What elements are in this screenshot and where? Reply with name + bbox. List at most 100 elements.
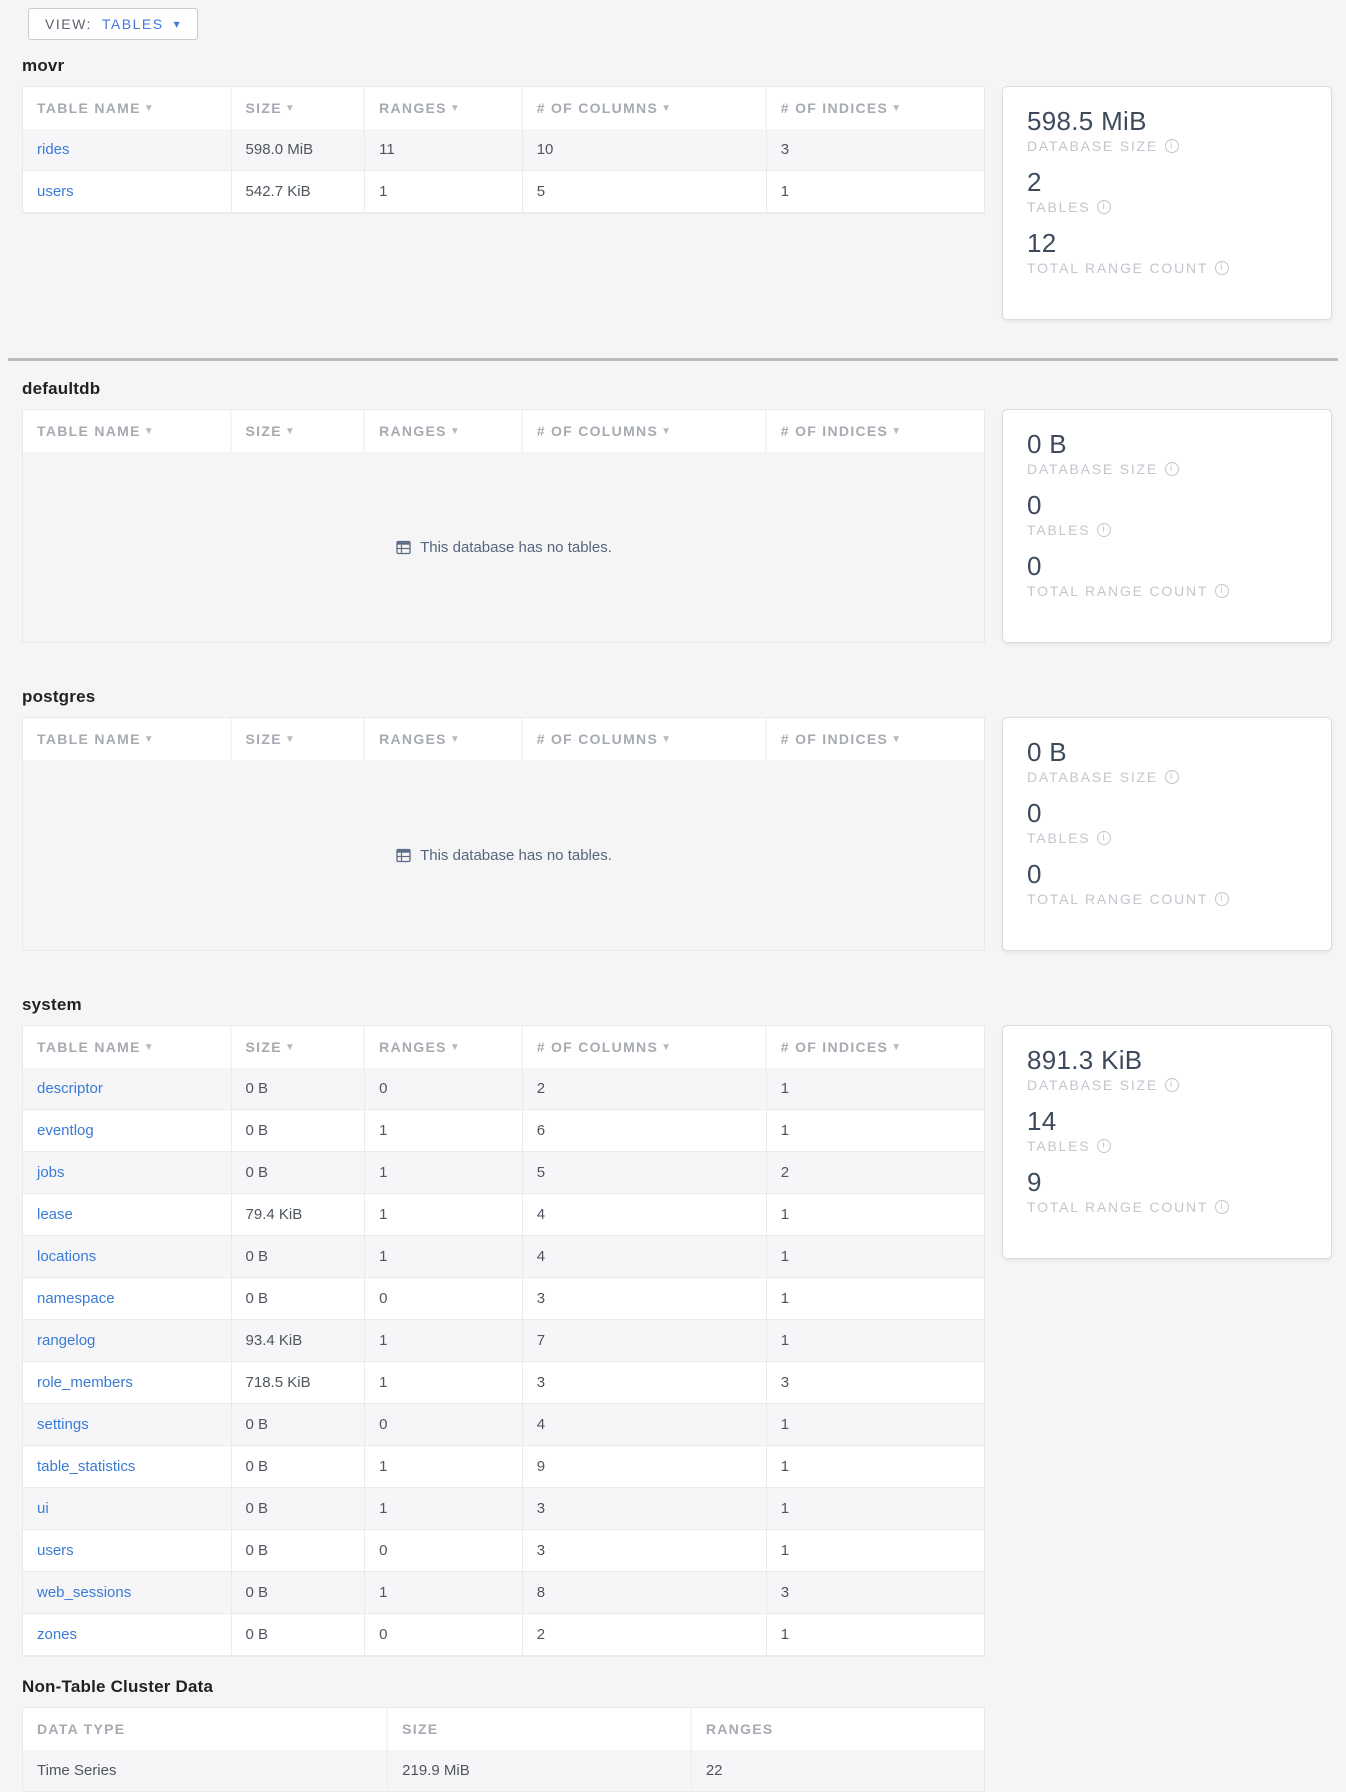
- info-icon[interactable]: i: [1215, 1200, 1229, 1214]
- info-icon[interactable]: i: [1097, 200, 1111, 214]
- table-name-link[interactable]: role_members: [37, 1374, 133, 1391]
- table-row: users 542.7 KiB 1 5 1: [23, 171, 984, 213]
- indices-cell: 1: [767, 1110, 984, 1152]
- view-selector-button[interactable]: VIEW: TABLES ▾: [28, 8, 198, 40]
- table-row: table_statistics 0 B 1 9 1: [23, 1446, 984, 1488]
- table-name-link[interactable]: users: [37, 183, 74, 200]
- info-icon[interactable]: i: [1165, 1078, 1179, 1092]
- table-name-link[interactable]: users: [37, 1542, 74, 1559]
- caret-down-icon: ▾: [174, 18, 182, 30]
- table-name-link[interactable]: rangelog: [37, 1332, 95, 1349]
- table-name-link[interactable]: ui: [37, 1500, 49, 1517]
- sort-arrow-icon: ▼: [891, 1042, 901, 1053]
- column-header-columns[interactable]: # OF COLUMNS ▼: [523, 410, 767, 452]
- column-header-ranges[interactable]: RANGES ▼: [365, 87, 523, 129]
- column-header-table-name[interactable]: TABLE NAME ▼: [23, 410, 232, 452]
- database-size-stat: 598.5 MiB DATABASE SIZE i: [1027, 107, 1307, 154]
- size-cell: 0 B: [232, 1530, 366, 1572]
- sort-arrow-icon: ▼: [285, 734, 295, 745]
- table-header-row: TABLE NAME ▼ SIZE ▼ RANGES ▼ # OF COLUMN…: [23, 410, 984, 452]
- sort-arrow-icon: ▼: [450, 426, 460, 437]
- column-header-columns[interactable]: # OF COLUMNS ▼: [523, 87, 767, 129]
- info-icon[interactable]: i: [1215, 892, 1229, 906]
- range-count-value: 0: [1027, 860, 1307, 890]
- ranges-cell: 1: [365, 1320, 523, 1362]
- column-header-size[interactable]: SIZE ▼: [232, 718, 366, 760]
- table-row: rangelog 93.4 KiB 1 7 1: [23, 1320, 984, 1362]
- range-count-stat: 0 TOTAL RANGE COUNT i: [1027, 860, 1307, 907]
- column-header-columns[interactable]: # OF COLUMNS ▼: [523, 718, 767, 760]
- column-header-data-type: DATA TYPE: [23, 1708, 388, 1750]
- size-cell: 0 B: [232, 1614, 366, 1656]
- databases-page: VIEW: TABLES ▾ movr TABLE NAME ▼ SIZE ▼ …: [0, 0, 1346, 1792]
- columns-cell: 4: [523, 1404, 767, 1446]
- info-icon[interactable]: i: [1097, 1139, 1111, 1153]
- size-cell: 0 B: [232, 1278, 366, 1320]
- database-tables-table: TABLE NAME ▼ SIZE ▼ RANGES ▼ # OF COLUMN…: [22, 409, 985, 643]
- sort-arrow-icon: ▼: [891, 103, 901, 114]
- tables-count-stat: 0 TABLES i: [1027, 491, 1307, 538]
- columns-cell: 2: [523, 1614, 767, 1656]
- table-name-link[interactable]: locations: [37, 1248, 96, 1265]
- column-header-size[interactable]: SIZE ▼: [232, 87, 366, 129]
- size-cell: 0 B: [232, 1446, 366, 1488]
- tables-count-stat: 0 TABLES i: [1027, 799, 1307, 846]
- info-icon[interactable]: i: [1165, 139, 1179, 153]
- table-name-link[interactable]: namespace: [37, 1290, 115, 1307]
- database-tables-table: TABLE NAME ▼ SIZE ▼ RANGES ▼ # OF COLUMN…: [22, 717, 985, 951]
- columns-cell: 9: [523, 1446, 767, 1488]
- table-name-link[interactable]: table_statistics: [37, 1458, 135, 1475]
- size-cell: 0 B: [232, 1572, 366, 1614]
- info-icon[interactable]: i: [1165, 770, 1179, 784]
- column-header-ranges[interactable]: RANGES ▼: [365, 1026, 523, 1068]
- database-title: postgres: [22, 687, 1332, 707]
- table-name-link[interactable]: web_sessions: [37, 1584, 131, 1601]
- info-icon[interactable]: i: [1215, 261, 1229, 275]
- column-header-indices[interactable]: # OF INDICES ▼: [767, 718, 984, 760]
- size-cell: 93.4 KiB: [232, 1320, 366, 1362]
- column-header-indices[interactable]: # OF INDICES ▼: [767, 1026, 984, 1068]
- indices-cell: 3: [767, 129, 984, 171]
- table-name-link[interactable]: zones: [37, 1626, 77, 1643]
- table-header-row: TABLE NAME ▼ SIZE ▼ RANGES ▼ # OF COLUMN…: [23, 87, 984, 129]
- table-name-link[interactable]: settings: [37, 1416, 89, 1433]
- database-section: postgres TABLE NAME ▼ SIZE ▼ RANGES ▼: [22, 687, 1332, 951]
- table-name-link[interactable]: jobs: [37, 1164, 65, 1181]
- info-icon[interactable]: i: [1097, 831, 1111, 845]
- columns-cell: 6: [523, 1110, 767, 1152]
- table-name-link[interactable]: descriptor: [37, 1080, 103, 1097]
- column-header-size[interactable]: SIZE ▼: [232, 1026, 366, 1068]
- database-size-stat: 891.3 KiB DATABASE SIZE i: [1027, 1046, 1307, 1093]
- column-header-table-name[interactable]: TABLE NAME ▼: [23, 87, 232, 129]
- column-header-ranges[interactable]: RANGES ▼: [365, 410, 523, 452]
- info-icon[interactable]: i: [1165, 462, 1179, 476]
- indices-cell: 3: [767, 1572, 984, 1614]
- sort-arrow-icon: ▼: [144, 734, 154, 745]
- columns-cell: 3: [523, 1530, 767, 1572]
- empty-table-message: This database has no tables.: [420, 539, 612, 556]
- non-table-cluster-section: Non-Table Cluster Data DATA TYPE SIZE RA…: [22, 1677, 1332, 1792]
- tables-count-value: 2: [1027, 168, 1307, 198]
- column-header-ranges[interactable]: RANGES ▼: [365, 718, 523, 760]
- sort-arrow-icon: ▼: [450, 103, 460, 114]
- database-summary-card: 598.5 MiB DATABASE SIZE i 2 TABLES i 12: [1002, 86, 1332, 320]
- columns-cell: 4: [523, 1194, 767, 1236]
- info-icon[interactable]: i: [1215, 584, 1229, 598]
- info-icon[interactable]: i: [1097, 523, 1111, 537]
- indices-cell: 1: [767, 1278, 984, 1320]
- column-header-table-name[interactable]: TABLE NAME ▼: [23, 718, 232, 760]
- table-name-link[interactable]: eventlog: [37, 1122, 94, 1139]
- table-name-link[interactable]: rides: [37, 141, 70, 158]
- table-row: jobs 0 B 1 5 2: [23, 1152, 984, 1194]
- column-header-size[interactable]: SIZE ▼: [232, 410, 366, 452]
- database-section: system TABLE NAME ▼ SIZE ▼ RANGES ▼: [22, 995, 1332, 1657]
- ranges-cell: 1: [365, 1194, 523, 1236]
- table-name-link[interactable]: lease: [37, 1206, 73, 1223]
- column-header-indices[interactable]: # OF INDICES ▼: [767, 410, 984, 452]
- indices-cell: 1: [767, 1320, 984, 1362]
- column-header-table-name[interactable]: TABLE NAME ▼: [23, 1026, 232, 1068]
- column-header-indices[interactable]: # OF INDICES ▼: [767, 87, 984, 129]
- column-header-columns[interactable]: # OF COLUMNS ▼: [523, 1026, 767, 1068]
- sort-arrow-icon: ▼: [285, 103, 295, 114]
- sort-arrow-icon: ▼: [285, 1042, 295, 1053]
